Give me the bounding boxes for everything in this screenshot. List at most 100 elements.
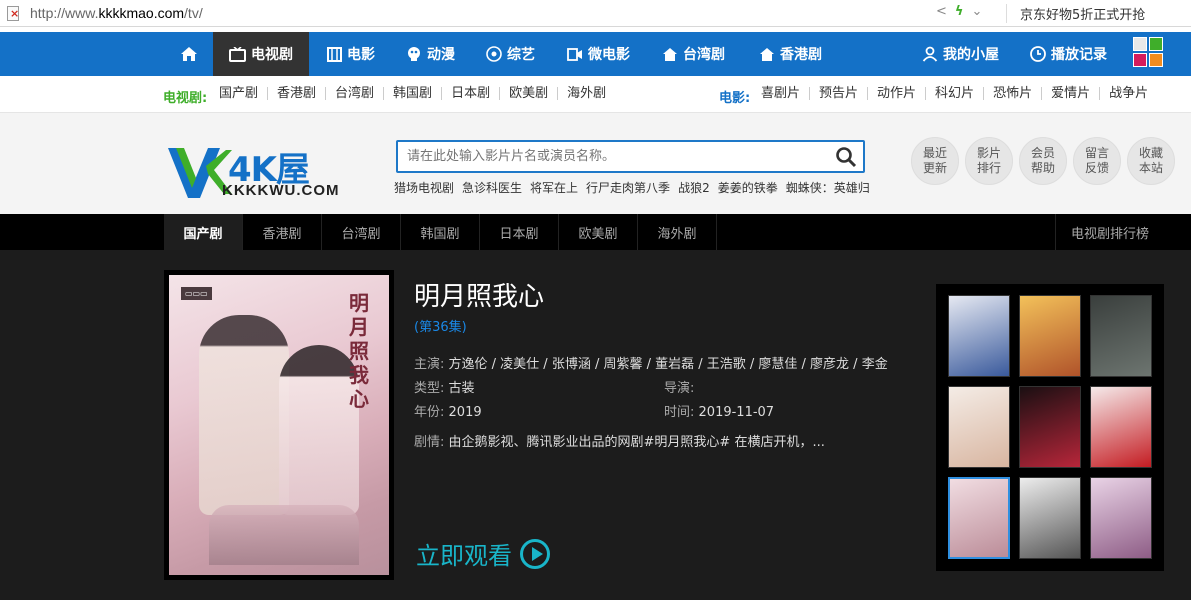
- nav-taiwan-drama[interactable]: 台湾剧: [662, 32, 725, 76]
- recommend-thumbnail[interactable]: [1090, 295, 1152, 377]
- nav-movie[interactable]: 电影: [327, 32, 375, 76]
- theme-swatch[interactable]: [1149, 37, 1163, 51]
- hot-search-link[interactable]: 姜姜的铁拳: [718, 179, 778, 196]
- featured-poster[interactable]: ▭▭▭ 明月照我心: [164, 270, 394, 580]
- category-tab[interactable]: 香港剧: [243, 214, 322, 250]
- quick-link-button[interactable]: 会员 帮助: [1019, 137, 1067, 185]
- movie-category-link[interactable]: 科幻片: [925, 87, 983, 100]
- director-row: 导演:: [664, 381, 695, 396]
- featured-title[interactable]: 明月照我心: [414, 280, 924, 314]
- home-button[interactable]: [180, 32, 198, 76]
- poster-badge: ▭▭▭: [181, 287, 212, 300]
- movie-category-link[interactable]: 预告片: [809, 87, 867, 100]
- film-icon: [327, 46, 342, 62]
- nav-variety[interactable]: 综艺: [486, 32, 535, 76]
- category-tab[interactable]: 欧美剧: [559, 214, 638, 250]
- recommend-thumbnail[interactable]: [948, 295, 1010, 377]
- quick-link-button[interactable]: 最近 更新: [911, 137, 959, 185]
- hot-search-link[interactable]: 蜘蛛侠：英雄归: [786, 179, 870, 196]
- quick-link-label: 会员: [1030, 146, 1055, 160]
- tv-category-link[interactable]: 日本剧: [441, 87, 499, 100]
- poster-figure: [279, 345, 359, 515]
- insecure-page-icon: [6, 6, 20, 21]
- promo-link[interactable]: 京东好物5折正式开抢: [1020, 4, 1145, 23]
- search-icon[interactable]: [835, 146, 857, 168]
- poster-title: 明月照我心: [349, 291, 369, 411]
- category-tab[interactable]: 国产剧: [164, 214, 243, 250]
- hot-searches: 猎场电视剧 急诊科医生 将军在上 行尸走肉第八季 战狼2 姜姜的铁拳 蜘蛛侠：英雄归: [394, 179, 870, 196]
- tv-ranking-link[interactable]: 电视剧排行榜: [1055, 214, 1164, 250]
- movie-category-link[interactable]: 爱情片: [1041, 87, 1099, 100]
- home-icon: [663, 47, 677, 61]
- recommend-thumbnail[interactable]: [1090, 386, 1152, 468]
- chevron-down-icon[interactable]: ⌄: [971, 4, 982, 19]
- watch-now-button[interactable]: 立即观看: [416, 536, 550, 571]
- quick-link-button[interactable]: 影片 排行: [965, 137, 1013, 185]
- tv-category-link[interactable]: 欧美剧: [499, 87, 557, 100]
- play-icon: [520, 538, 550, 569]
- recommend-thumbnail[interactable]: [1019, 295, 1081, 377]
- movie-category-link[interactable]: 恐怖片: [983, 87, 1041, 100]
- hot-search-link[interactable]: 猎场电视剧: [394, 179, 454, 196]
- search-input[interactable]: [398, 142, 818, 171]
- movie-category-link[interactable]: 动作片: [867, 87, 925, 100]
- tv-category-link[interactable]: 香港剧: [267, 87, 325, 100]
- category-tab[interactable]: 日本剧: [480, 214, 559, 250]
- quick-link-label: 收藏: [1138, 146, 1163, 160]
- quick-link-label: 最近: [922, 146, 947, 160]
- plot-text: 由企鹅影视、腾讯影业出品的网剧#明月照我心# 在横店开机，...: [448, 435, 825, 450]
- plot-row: 剧情: 由企鹅影视、腾讯影业出品的网剧#明月照我心# 在横店开机，...: [414, 435, 825, 450]
- quick-link-label: 更新: [922, 161, 947, 175]
- theme-swatch[interactable]: [1133, 53, 1147, 67]
- tv-category-links: 国产剧 香港剧 台湾剧 韩国剧 日本剧 欧美剧 海外剧: [210, 87, 615, 100]
- theme-swatch[interactable]: [1133, 37, 1147, 51]
- year-row: 年份: 2019: [414, 405, 482, 420]
- cast-row: 主演: 方逸伦 / 凌美仕 / 张博涵 / 周紫馨 / 董岩磊 / 王浩歌 / …: [414, 357, 888, 372]
- lightning-icon[interactable]: ϟ: [955, 4, 964, 19]
- quick-link-button[interactable]: 收藏 本站: [1127, 137, 1175, 185]
- quick-link-label: 反馈: [1084, 161, 1109, 175]
- logo-domain: KKKKWU.COM: [222, 182, 340, 199]
- divider: [1006, 4, 1007, 23]
- nav-hk-drama[interactable]: 香港剧: [759, 32, 822, 76]
- theme-swatch[interactable]: [1149, 53, 1163, 67]
- search-box: [396, 140, 865, 173]
- recommend-thumbnail[interactable]: [948, 477, 1010, 559]
- share-icon[interactable]: <: [936, 4, 947, 19]
- hot-search-link[interactable]: 将军在上: [530, 179, 578, 196]
- color-theme-switcher[interactable]: [1133, 37, 1163, 67]
- movie-category-link[interactable]: 战争片: [1099, 87, 1157, 100]
- category-tab[interactable]: 海外剧: [638, 214, 717, 250]
- poster-figure: [199, 315, 289, 515]
- hot-search-link[interactable]: 战狼2: [678, 179, 710, 196]
- tv-category-link[interactable]: 海外剧: [557, 87, 615, 100]
- recommend-thumbnail[interactable]: [1090, 477, 1152, 559]
- category-tab[interactable]: 台湾剧: [322, 214, 401, 250]
- recommend-thumbnail[interactable]: [1019, 477, 1081, 559]
- hot-search-link[interactable]: 行尸走肉第八季: [586, 179, 670, 196]
- tv-category-link[interactable]: 国产剧: [210, 87, 267, 100]
- variety-icon: [486, 46, 502, 62]
- address-url[interactable]: http://www.kkkkmao.com/tv/: [30, 5, 203, 21]
- recommend-thumbnail[interactable]: [948, 386, 1010, 468]
- anime-icon: [408, 47, 420, 61]
- hot-search-link[interactable]: 急诊科医生: [462, 179, 522, 196]
- tv-category-link[interactable]: 韩国剧: [383, 87, 441, 100]
- nav-anime[interactable]: 动漫: [406, 32, 455, 76]
- movie-category-label: 电影:: [719, 91, 751, 106]
- nav-micro-film[interactable]: 微电影: [567, 32, 630, 76]
- quick-link-button[interactable]: 留言 反馈: [1073, 137, 1121, 185]
- recommend-thumbnail[interactable]: [1019, 386, 1081, 468]
- history-link[interactable]: 播放记录: [1030, 32, 1107, 76]
- my-house-link[interactable]: 我的小屋: [922, 32, 999, 76]
- tv-category-link[interactable]: 台湾剧: [325, 87, 383, 100]
- category-tab[interactable]: 韩国剧: [401, 214, 480, 250]
- header-band: 4K屋 KKKKWU.COM 猎场电视剧急诊科医生将军在上行尸走肉第八季战狼2 姜…: [0, 113, 1191, 214]
- user-icon: [922, 46, 938, 62]
- nav-tv[interactable]: 电视剧: [213, 32, 309, 76]
- site-logo[interactable]: 4K屋 KKKKWU.COM: [166, 142, 366, 202]
- quick-link-label: 影片: [976, 146, 1001, 160]
- quick-link-label: 本站: [1138, 161, 1163, 175]
- movie-category-link[interactable]: 喜剧片: [752, 87, 809, 100]
- tv-category-label: 电视剧:: [163, 91, 208, 106]
